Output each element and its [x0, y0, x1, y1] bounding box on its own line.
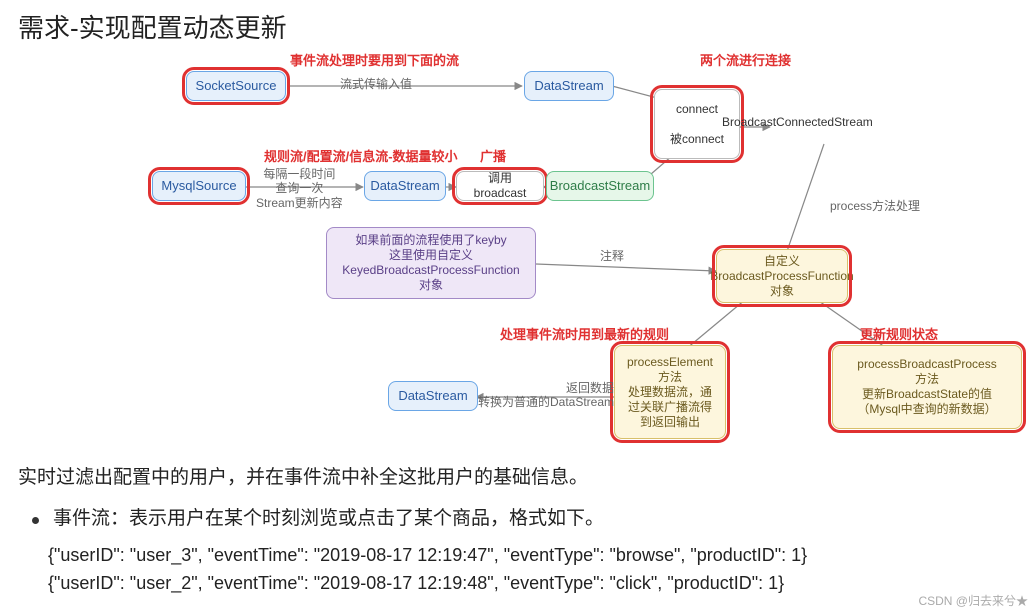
flow-diagram: SocketSource 事件流处理时要用到下面的流 流式传输入值 DataSt…: [0, 49, 1036, 459]
node-datastream-1: DataStream: [524, 71, 614, 101]
annot-process-event-latest: 处理事件流时用到最新的规则: [500, 327, 669, 343]
node-process-broadcast: processBroadcastProcess 方法 更新BroadcastSt…: [832, 345, 1022, 429]
annot-update-rule-state: 更新规则状态: [860, 327, 938, 343]
annot-rule-stream-note: 规则流/配置流/信息流-数据量较小: [264, 149, 458, 165]
node-datastream-2: DataStream: [364, 171, 446, 201]
node-broadcast-stream: BroadcastStream: [546, 171, 654, 201]
node-call-broadcast: 调用broadcast: [456, 171, 544, 201]
node-mysql-source: MysqlSource: [152, 171, 246, 201]
node-keyed-func: 如果前面的流程使用了keyby 这里使用自定义 KeyedBroadcastPr…: [326, 227, 536, 299]
json-example-2: {"userID": "user_2", "eventTime": "2019-…: [48, 570, 1016, 598]
node-datastream-3: DataStream: [388, 381, 478, 411]
bullet-lead: 事件流：表示用户在某个时刻浏览或点击了某个商品，格式如下。: [53, 504, 604, 533]
annot-process-method: process方法处理: [830, 199, 920, 213]
desc-line-1: 实时过滤出配置中的用户，并在事件流中补全这批用户的基础信息。: [18, 463, 1018, 492]
annot-two-stream-connect: 两个流进行连接: [700, 53, 791, 69]
page-title: 需求-实现配置动态更新: [0, 0, 1036, 49]
body-text: 实时过滤出配置中的用户，并在事件流中补全这批用户的基础信息。 事件流：表示用户在…: [0, 459, 1036, 598]
annot-broadcast-tag: 广播: [480, 149, 506, 165]
annot-event-stream-note: 事件流处理时要用到下面的流: [290, 53, 459, 69]
watermark: CSDN @归去来兮★: [918, 592, 1028, 609]
annot-stream-input: 流式传输入值: [340, 77, 412, 91]
annot-mysql-poll: 每隔一段时间 查询一次 Stream更新内容: [256, 167, 343, 210]
node-socket-source: SocketSource: [186, 71, 286, 101]
node-process-element: processElement 方法 处理数据流，通 过关联广播流得 到返回输出: [614, 345, 726, 439]
node-broadcast-connected-stream: BroadcastConnectedStream: [722, 115, 873, 129]
annot-return-data: 返回数据 转换为普通的DataStream: [478, 381, 614, 410]
bullet-icon: [32, 517, 39, 524]
annot-inject: 注释: [600, 249, 624, 263]
node-custom-func: 自定义 BroadcastProcessFunction 对象: [716, 249, 848, 303]
json-example-1: {"userID": "user_3", "eventTime": "2019-…: [48, 542, 1016, 570]
